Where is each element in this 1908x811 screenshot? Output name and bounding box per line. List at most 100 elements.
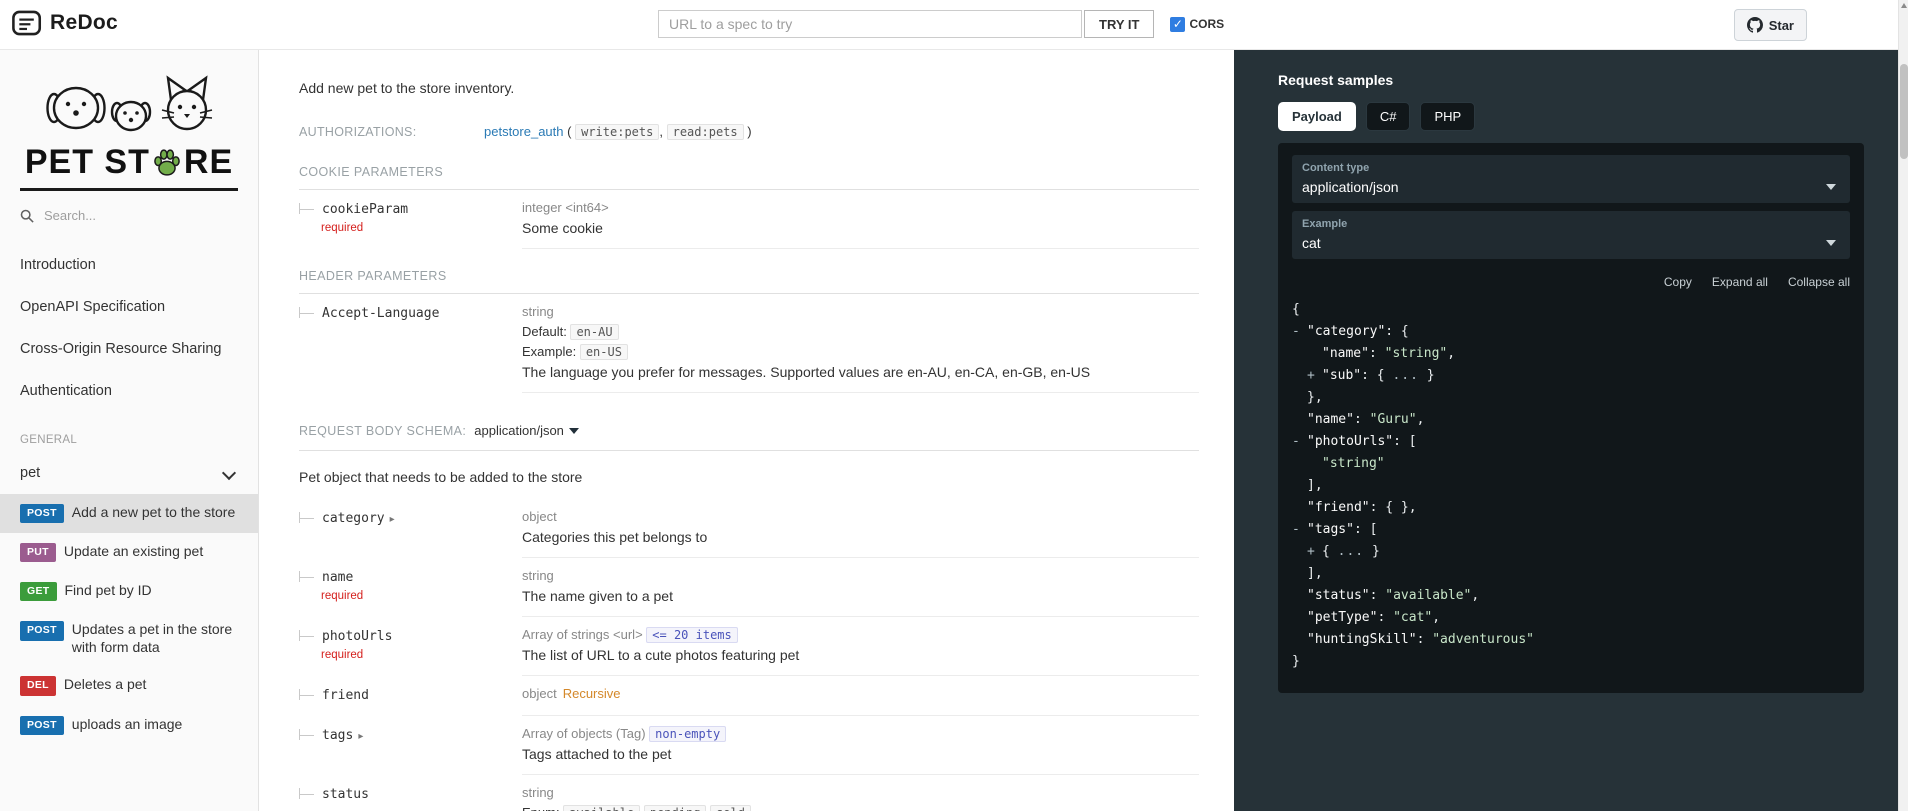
field-name: name [322, 570, 354, 585]
redoc-logo-text: ReDoc [50, 11, 119, 34]
sidebar-search [0, 191, 258, 234]
tab-csharp[interactable]: C# [1365, 102, 1411, 131]
required-flag: required [321, 222, 364, 234]
field-row-name: name required string The name given to a… [299, 558, 1199, 617]
param-description: Some cookie [522, 220, 603, 236]
field-name[interactable]: category [322, 511, 385, 526]
method-badge-post: POST [20, 621, 64, 641]
field-type: string [522, 568, 554, 583]
example-select[interactable]: Example cat [1292, 211, 1850, 259]
cors-checkbox[interactable]: ✓ [1170, 16, 1186, 32]
chevron-down-icon [221, 465, 237, 481]
code-line: "petType": "cat", [1307, 610, 1441, 625]
code-line: "name": "Guru", [1307, 412, 1425, 427]
search-input[interactable] [42, 207, 216, 224]
field-row-photourls: photoUrls required Array of strings <url… [299, 617, 1199, 676]
tab-php[interactable]: PHP [1420, 102, 1476, 131]
example-value-chip: en-US [579, 344, 628, 360]
expand-toggle[interactable]: + [1307, 541, 1322, 563]
operation-label: Add a new pet to the store [71, 504, 236, 520]
field-name[interactable]: tags [322, 728, 353, 743]
dropdown-caret-icon [1826, 184, 1836, 190]
tree-connector-icon [299, 512, 314, 524]
param-row-cookieparam: cookieParam required integer <int64> Som… [299, 190, 1199, 249]
schema-fields: category ▸ object Categories this pet bel… [299, 499, 1199, 811]
copy-button[interactable]: Copy [1664, 275, 1692, 289]
payload-sample: Content type application/json Example ca… [1278, 143, 1864, 693]
sidebar-section-general: GENERAL [20, 434, 78, 446]
collapse-toggle[interactable]: - [1292, 321, 1307, 343]
default-label: Default: [522, 324, 567, 339]
tree-connector-icon [299, 571, 314, 583]
redoc-app: ReDoc TRY IT ✓ CORS Star [0, 0, 1908, 811]
field-type: string [522, 785, 554, 800]
param-row-accept-language: Accept-Language string Default: en-AU Ex… [299, 294, 1199, 393]
field-type: object [522, 509, 557, 524]
sidebar-item-introduction[interactable]: Introduction [0, 244, 258, 286]
paren-open: ( [567, 124, 572, 139]
collapse-toggle[interactable]: - [1292, 519, 1307, 541]
field-type: object [522, 686, 557, 701]
request-samples-panel: Request samples Payload C# PHP Content t… [1234, 50, 1908, 811]
expand-toggle[interactable]: + [1307, 365, 1322, 387]
github-icon [1746, 17, 1763, 33]
scrollbar-up-arrow-icon[interactable] [1901, 3, 1907, 8]
sidebar-item-authentication[interactable]: Authentication [0, 370, 258, 412]
expand-all-button[interactable]: Expand all [1712, 275, 1768, 289]
sidebar-item-uploads-an-image[interactable]: POST uploads an image [0, 706, 258, 745]
recursive-link[interactable]: Recursive [563, 686, 621, 701]
sidebar-item-update-pet-form-data[interactable]: POST Updates a pet in the store with for… [0, 611, 258, 666]
try-it-button[interactable]: TRY IT [1084, 10, 1155, 38]
spec-url-input[interactable] [658, 10, 1082, 38]
sidebar-item-cors[interactable]: Cross-Origin Resource Sharing [0, 328, 258, 370]
enum-chip: pending [643, 805, 707, 811]
example-label: Example: [522, 344, 577, 359]
sidebar-item-update-pet[interactable]: PUT Update an existing pet [0, 533, 258, 572]
paren-close: ) [747, 124, 752, 139]
field-description: The list of URL to a cute photos featuri… [522, 647, 800, 663]
expand-arrow-icon[interactable]: ▸ [358, 731, 363, 742]
request-body-schema-row: REQUEST BODY SCHEMA: application/json [299, 423, 1199, 451]
content-type-value: application/json [474, 423, 564, 438]
param-type: string [522, 304, 554, 319]
content-type-dropdown[interactable]: application/json [474, 423, 579, 438]
enum-chip: sold [710, 805, 751, 811]
field-description: Tags attached to the pet [522, 746, 672, 762]
github-star-button[interactable]: Star [1733, 9, 1807, 41]
star-label: Star [1768, 17, 1794, 33]
sidebar-item-add-new-pet[interactable]: POST Add a new pet to the store [0, 494, 258, 534]
request-samples-title: Request samples [1278, 72, 1394, 88]
dropdown-caret-icon [568, 427, 579, 434]
sidebar-item-find-pet-by-id[interactable]: GET Find pet by ID [0, 572, 258, 611]
operation-label: Deletes a pet [63, 676, 147, 693]
tree-connector-icon [299, 203, 314, 215]
enum-chip: available [563, 805, 641, 811]
tab-payload[interactable]: Payload [1278, 102, 1356, 131]
sidebar-item-delete-pet[interactable]: DEL Deletes a pet [0, 666, 258, 705]
petstore-auth-link[interactable]: petstore_auth [484, 124, 564, 139]
operation-description: Add new pet to the store inventory. [299, 80, 515, 96]
field-description: The name given to a pet [522, 588, 673, 604]
expand-arrow-icon[interactable]: ▸ [390, 514, 395, 525]
code-line: "name": "string", [1322, 346, 1456, 361]
scrollbar-thumb[interactable] [1900, 64, 1908, 159]
operation-label: Update an existing pet [63, 543, 204, 560]
collapse-all-button[interactable]: Collapse all [1788, 275, 1850, 289]
method-badge-post: POST [20, 504, 64, 524]
content-type-select[interactable]: Content type application/json [1292, 155, 1850, 203]
cookie-parameters-header: COOKIE PARAMETERS [299, 165, 1199, 190]
operation-label: Updates a pet in the store with form dat… [71, 621, 233, 655]
page-scrollbar[interactable] [1898, 0, 1908, 811]
field-name: friend [322, 688, 369, 703]
code-line: +{ ... } [1292, 541, 1850, 563]
param-name: cookieParam [322, 202, 409, 217]
collapse-toggle[interactable]: - [1292, 431, 1307, 453]
sidebar-item-openapi-specification[interactable]: OpenAPI Specification [0, 286, 258, 328]
dropdown-caret-icon [1826, 240, 1836, 246]
sidebar-group-pet[interactable]: pet [0, 452, 258, 494]
example-select-value: cat [1302, 235, 1321, 251]
authorizations-value: petstore_auth ( write:pets, read:pets ) [484, 124, 752, 140]
cors-toggle: ✓ CORS [1170, 16, 1224, 32]
field-row-friend: friend object Recursive [299, 676, 1199, 716]
code-line: "friend": { }, [1307, 500, 1417, 515]
